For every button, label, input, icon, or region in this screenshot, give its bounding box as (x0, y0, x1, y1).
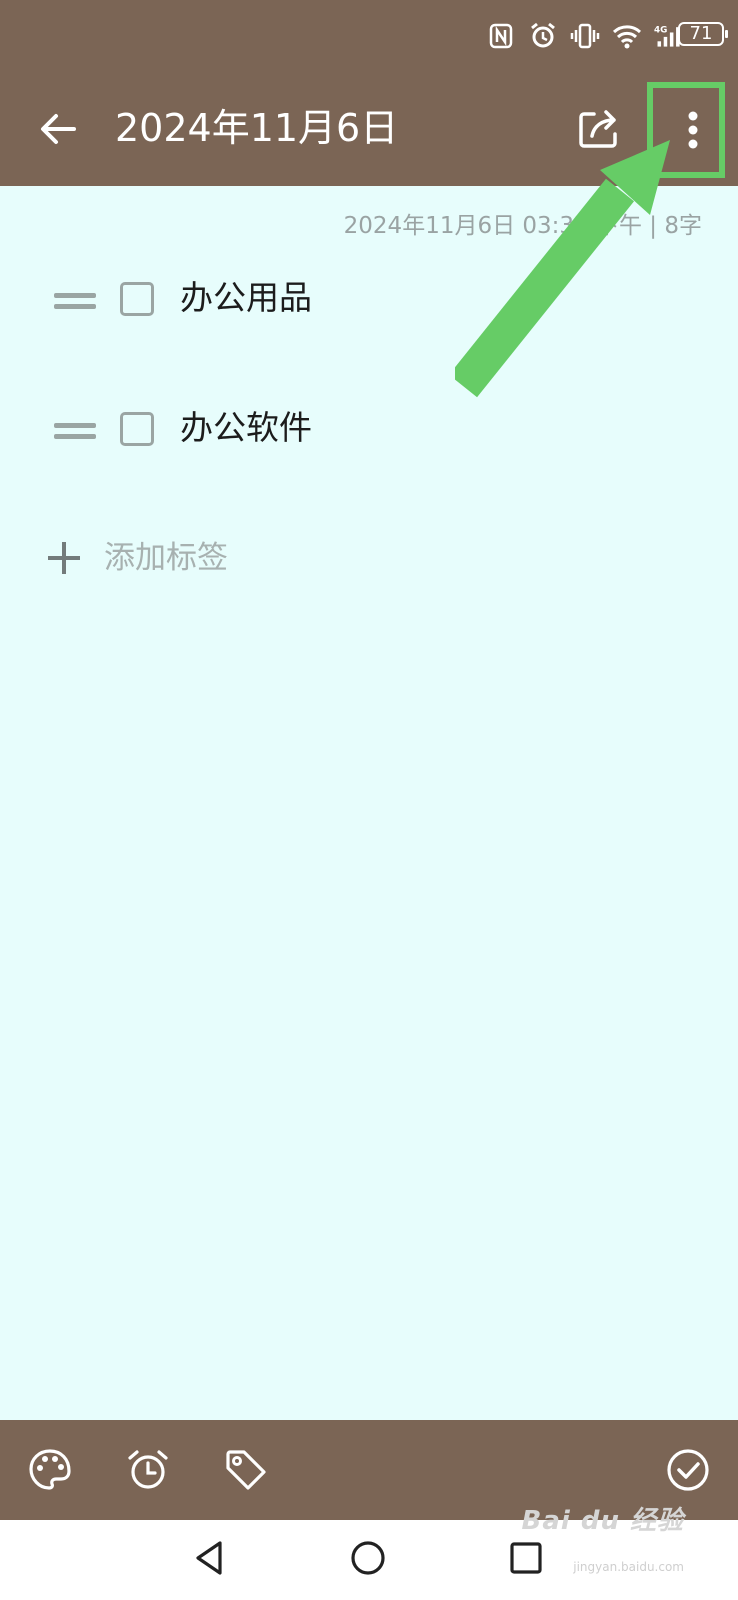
highlight-box (647, 82, 725, 178)
drag-handle-icon[interactable] (54, 290, 96, 312)
status-bar: 4G 71 (0, 0, 738, 72)
note-meta: 2024年11月6日 03:37 下午 | 8字 (343, 213, 702, 239)
list-item-label[interactable]: 办公用品 (180, 276, 312, 320)
wifi-icon (612, 21, 642, 51)
back-triangle-icon (196, 1541, 222, 1575)
tag-icon (226, 1450, 266, 1490)
nav-home-button[interactable] (346, 1536, 390, 1580)
share-icon (579, 110, 617, 148)
share-button[interactable] (574, 104, 624, 154)
nav-recents-button[interactable] (504, 1536, 548, 1580)
svg-text:4G: 4G (654, 25, 667, 35)
nav-back-button[interactable] (188, 1536, 232, 1580)
palette-icon (29, 1449, 71, 1490)
checkbox[interactable] (120, 282, 154, 316)
list-item-label[interactable]: 办公软件 (180, 406, 312, 450)
status-icons: 4G (486, 20, 684, 52)
recents-square-icon (510, 1542, 542, 1574)
reminder-button[interactable] (124, 1446, 172, 1494)
app-bar: 2024年11月6日 (0, 72, 738, 186)
vibrate-icon (570, 21, 600, 51)
list-item[interactable]: 办公软件 (0, 392, 738, 472)
check-circle-icon (667, 1449, 709, 1491)
plus-icon (48, 542, 80, 574)
done-button[interactable] (664, 1446, 712, 1494)
checkbox[interactable] (120, 412, 154, 446)
add-tag-button[interactable]: 添加标签 (44, 530, 344, 590)
page-title: 2024年11月6日 (115, 106, 399, 150)
palette-button[interactable] (26, 1446, 74, 1494)
arrow-left-icon (41, 114, 76, 144)
alarm-icon (528, 21, 558, 51)
drag-handle-icon[interactable] (54, 420, 96, 442)
back-button[interactable] (34, 104, 84, 154)
home-circle-icon (351, 1541, 385, 1575)
tag-button[interactable] (222, 1446, 270, 1494)
alarm-clock-icon (128, 1450, 168, 1489)
list-item[interactable]: 办公用品 (0, 262, 738, 342)
nfc-icon (486, 21, 516, 51)
add-tag-label: 添加标签 (104, 540, 228, 576)
watermark-url: jingyan.baidu.com (573, 1560, 684, 1574)
watermark: Bai du 经验 (521, 1506, 684, 1536)
battery-indicator: 71 (678, 22, 728, 46)
